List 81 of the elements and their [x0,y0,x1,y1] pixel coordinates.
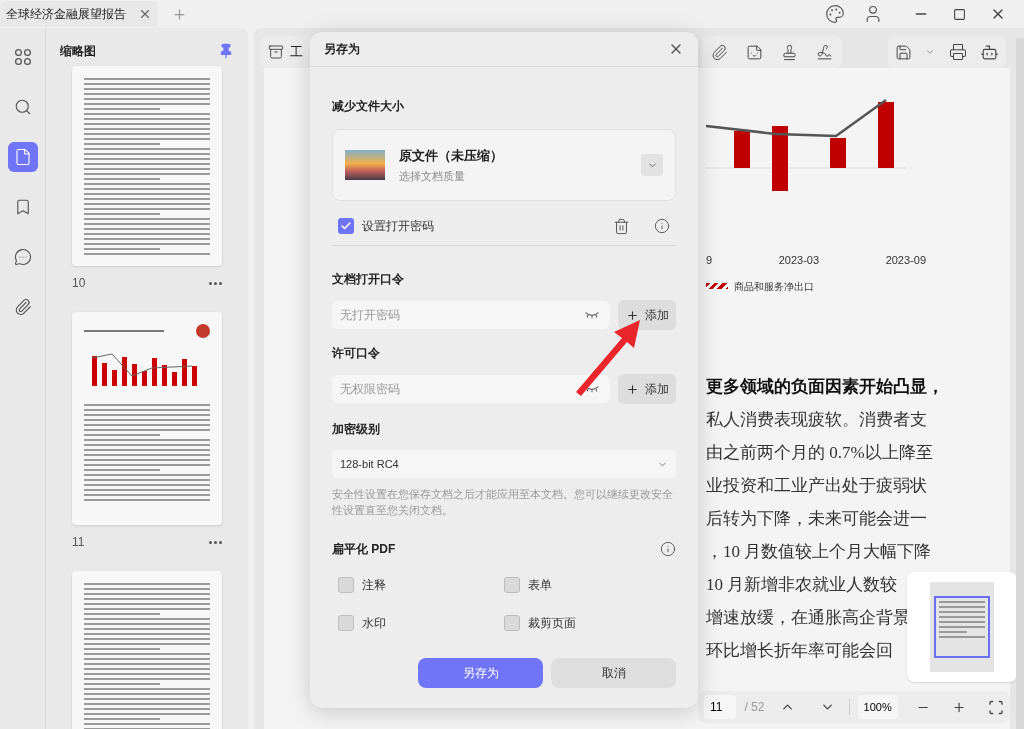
eye-closed-icon[interactable] [584,311,600,319]
info-icon[interactable] [660,541,676,557]
field-label: 文档打开口令 [332,271,405,288]
printer-icon[interactable] [948,43,967,61]
close-icon[interactable] [138,7,152,21]
quality-card[interactable]: 原文件（未压缩） 选择文档质量 [332,129,676,201]
paragraph-line: 更多领域的负面因素开始凸显， [706,375,945,397]
chart-bar [878,102,894,168]
add-button[interactable]: 添加 [618,374,676,404]
pages-icon[interactable] [7,142,38,172]
legend-label: 商品和服务净出口 [734,279,814,294]
page-total: / 52 [744,699,765,716]
more-icon[interactable] [209,540,222,544]
stamp-icon[interactable] [781,43,798,61]
paragraph-line: 10 月新增非农就业人数较 [706,573,899,595]
info-icon[interactable] [654,218,670,234]
save-as-button[interactable]: 另存为 [418,658,543,688]
paragraph-line: ，10 月数值较上个月大幅下降 [706,540,933,562]
page-number: 10 [72,275,86,292]
section-heading: 减少文件大小 [332,98,405,115]
sticker-icon[interactable] [746,43,763,61]
landscape-thumbnail [345,150,385,180]
encryption-select[interactable]: 128-bit RC4 [332,450,676,478]
axis-label: 2023-03 [778,253,820,268]
paragraph-line: 业投资和工业产出处于疲弱状 [706,474,928,496]
viewport-frame[interactable] [934,596,990,658]
scrollbar[interactable] [1016,38,1024,729]
trash-icon[interactable] [613,217,630,235]
password-field[interactable]: 无打开密码 [332,301,610,329]
field-label: 加密级别 [332,421,381,438]
plus-icon [625,382,639,396]
paragraph-line: 私人消费表现疲软。消费者支 [706,408,928,430]
checkbox[interactable] [338,577,354,593]
checkbox-label: 设置打开密码 [362,218,435,235]
checkbox[interactable] [504,615,520,631]
toolbox-icon [268,44,284,60]
checkbox[interactable] [338,615,354,631]
axis-label: 9 [706,253,713,268]
paperclip-icon[interactable] [711,43,728,61]
fit-page-icon[interactable] [987,698,1004,716]
paragraph-line: 环比增长折年率可能会回 [706,639,894,661]
security-note: 安全性设置在您保存文档之后才能应用至本文档。您可以继续更改安全性设置直至您关闭文档。 [332,487,674,518]
palette-icon[interactable] [825,4,845,24]
page-thumbnail[interactable] [72,571,222,729]
paragraph-line: 由之前两个月的 0.7%以上降至 [706,441,934,463]
page-thumbnail[interactable] [72,312,222,525]
dialog-title: 另存为 [324,41,360,58]
checkbox[interactable] [338,218,354,234]
page-thumbnail[interactable] [72,66,222,266]
zoom-level[interactable]: 100% [857,695,898,719]
checkbox-label: 注释 [362,577,386,594]
checkbox-label: 表单 [528,577,552,594]
axis-label: 2023-09 [885,253,926,268]
quality-hint: 选择文档质量 [399,168,466,184]
page-number: 11 [72,534,85,551]
eye-closed-icon[interactable] [584,385,600,393]
section-heading: 扁平化 PDF [332,541,396,558]
password-field[interactable]: 无权限密码 [332,375,610,403]
checkbox-label: 水印 [362,615,386,632]
plus-icon [625,308,639,322]
field-label: 许可口令 [332,345,381,362]
cancel-button[interactable]: 取消 [551,658,676,688]
maximize-icon[interactable] [953,7,966,21]
chart-bar [772,126,788,191]
paragraph-line: 增速放缓，在通胀高企背景 [706,606,911,628]
add-button[interactable]: 添加 [618,300,676,330]
legend-swatch [706,283,728,289]
quality-option: 原文件（未压缩） [399,146,627,166]
page-input[interactable]: 11 [704,695,737,719]
document-tab[interactable]: 全球经济金融展望报告 [0,1,158,27]
checkbox-label: 裁剪页面 [528,615,576,632]
pin-icon[interactable] [218,43,234,59]
chart-bar [734,131,750,168]
checkbox[interactable] [504,577,520,593]
chart-bar [830,138,846,168]
more-icon[interactable] [209,281,222,285]
paragraph-line: 后转为下降，未来可能会进一 [706,507,928,529]
check-icon [340,220,352,232]
signature-icon[interactable] [816,43,833,61]
panel-title: 缩略图 [60,43,96,60]
save-icon[interactable] [894,43,912,61]
